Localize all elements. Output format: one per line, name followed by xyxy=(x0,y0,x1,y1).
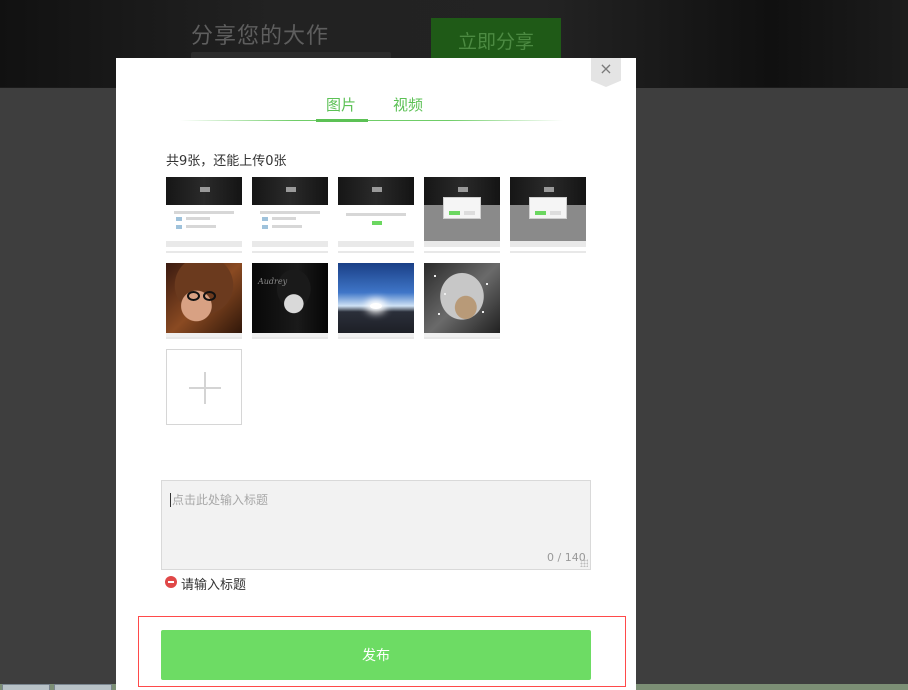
uploaded-image-thumb[interactable] xyxy=(252,177,328,253)
uploaded-image-thumb[interactable]: Audrey xyxy=(252,263,328,339)
error-message: 请输入标题 xyxy=(181,578,247,593)
uploaded-image-thumb[interactable] xyxy=(510,177,586,253)
background-banner-title: 分享您的大作 xyxy=(191,24,330,49)
tab-photos[interactable]: 图片 xyxy=(326,94,356,115)
taskbar-button[interactable] xyxy=(54,684,112,690)
uploaded-image-thumb[interactable] xyxy=(166,177,242,253)
tabs-divider xyxy=(180,120,563,121)
title-input[interactable] xyxy=(172,491,580,551)
uploaded-image-thumb[interactable] xyxy=(424,177,500,253)
tab-videos[interactable]: 视频 xyxy=(393,94,423,115)
uploaded-image-thumb[interactable] xyxy=(166,263,242,339)
media-tabs: 图片 视频 xyxy=(116,94,636,122)
title-input-box xyxy=(161,480,591,570)
close-icon[interactable]: × xyxy=(591,58,621,80)
active-tab-indicator xyxy=(316,119,368,122)
publish-button[interactable]: 发布 xyxy=(161,630,591,680)
resize-grip-icon[interactable] xyxy=(580,559,588,567)
text-caret xyxy=(170,493,171,507)
uploaded-image-thumb[interactable] xyxy=(424,263,500,339)
error-icon xyxy=(165,576,177,588)
uploaded-image-thumb[interactable] xyxy=(338,263,414,339)
add-image-button[interactable] xyxy=(166,349,242,425)
uploaded-image-thumb[interactable] xyxy=(338,177,414,253)
upload-count-text: 共9张，还能上传0张 xyxy=(166,154,287,169)
taskbar-button[interactable] xyxy=(2,684,50,690)
